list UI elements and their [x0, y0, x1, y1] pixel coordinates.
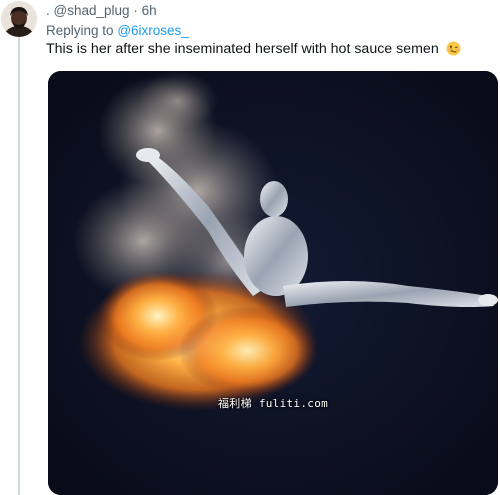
- tweet-body: This is her after she inseminated hersel…: [46, 41, 439, 57]
- woozy-face-icon: [446, 41, 461, 56]
- tweet-time[interactable]: 6h: [142, 3, 157, 18]
- replying-prefix: Replying to: [46, 23, 114, 38]
- tweet-text: This is her after she inseminated hersel…: [46, 41, 461, 57]
- dot-prefix: .: [46, 3, 50, 18]
- reply-mention-link[interactable]: @6ixroses_: [117, 23, 188, 38]
- tweet-meta: . @shad_plug · 6h: [46, 3, 157, 20]
- video-frame: [48, 71, 498, 495]
- thread-line: [18, 36, 20, 495]
- tweet-media-video[interactable]: 福利梯 fuliti.com: [48, 71, 498, 495]
- user-handle[interactable]: @shad_plug: [54, 3, 130, 18]
- avatar-portrait: [1, 1, 37, 37]
- meta-separator: ·: [133, 3, 138, 18]
- watermark-text: 福利梯 fuliti.com: [218, 397, 329, 410]
- avatar[interactable]: [1, 1, 37, 37]
- replying-to-line: Replying to @6ixroses_: [46, 23, 189, 38]
